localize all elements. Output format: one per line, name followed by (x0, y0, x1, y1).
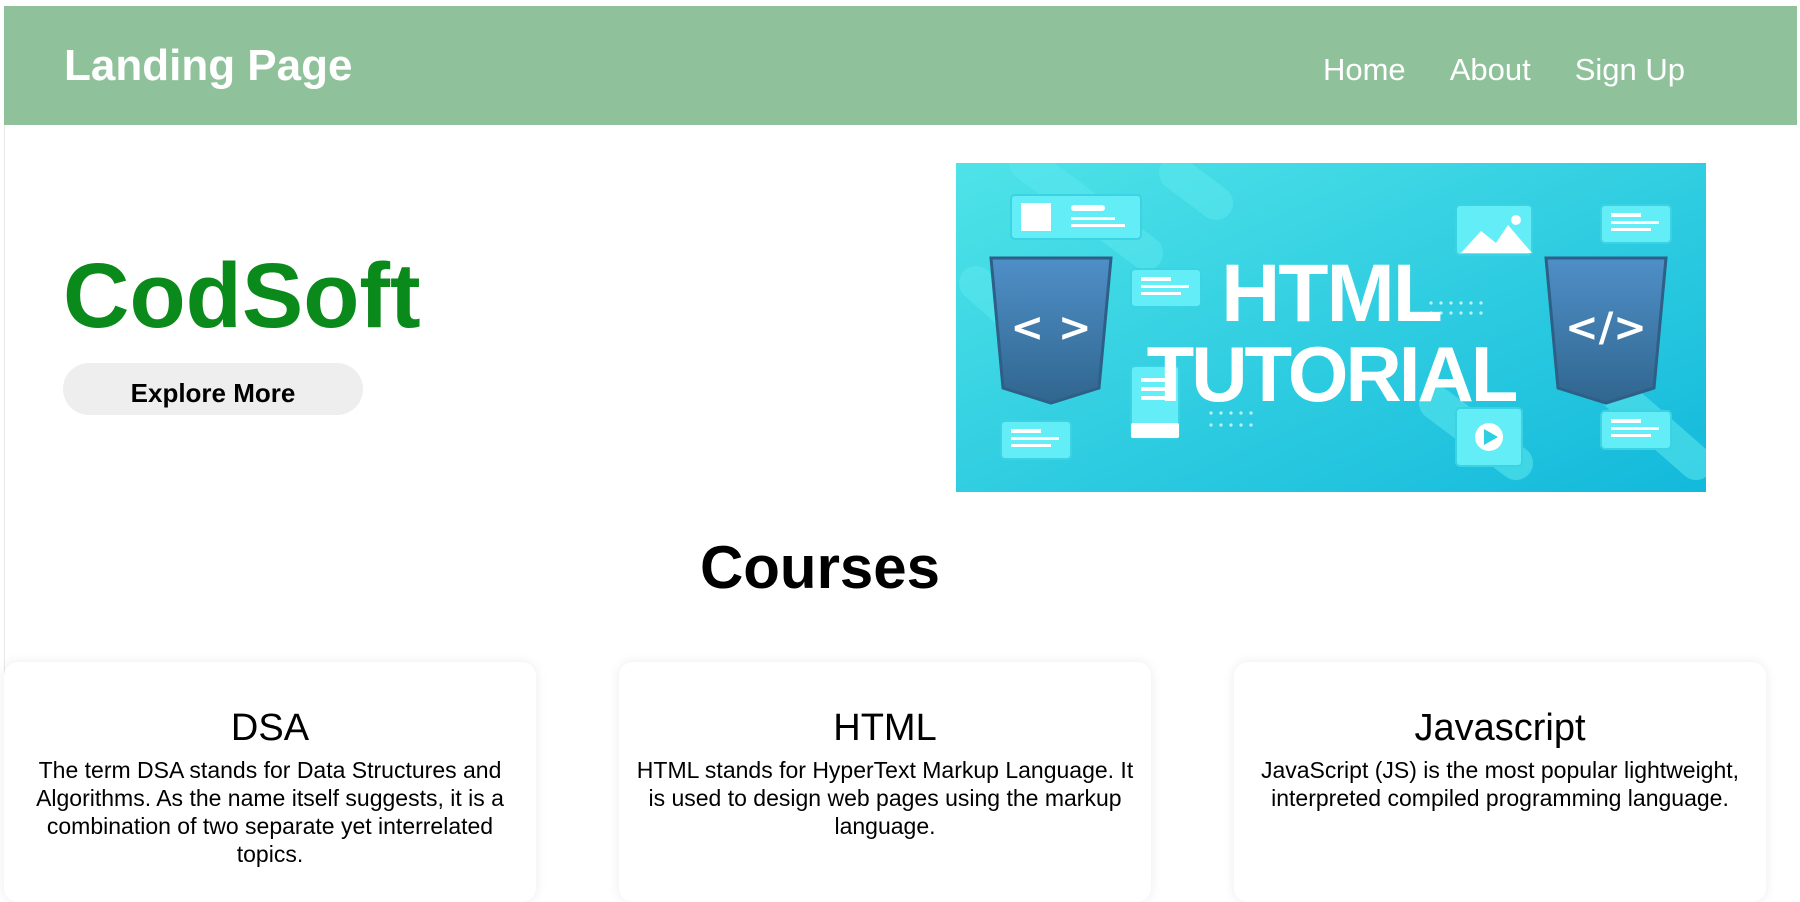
site-brand[interactable]: Landing Page (64, 38, 352, 94)
course-description: JavaScript (JS) is the most popular ligh… (1260, 757, 1740, 811)
explore-more-button[interactable]: Explore More (63, 363, 363, 415)
html-shield-icon-left: < > (989, 256, 1113, 405)
banner-line1: HTML (1221, 248, 1441, 339)
banner-tag-open: < > (1011, 305, 1092, 351)
html-tutorial-banner-image: < > </> HTML TUTORIAL (956, 163, 1706, 492)
banner-tag-close: </> (1565, 305, 1647, 351)
nav-link-signup[interactable]: Sign Up (1575, 48, 1685, 92)
course-card-html[interactable]: HTML HTML stands for HyperText Markup La… (619, 662, 1151, 902)
nav-link-about[interactable]: About (1450, 48, 1531, 92)
course-description: HTML stands for HyperText Markup Languag… (636, 757, 1134, 839)
courses-heading: Courses (699, 534, 941, 601)
course-description: The term DSA stands for Data Structures … (36, 757, 504, 867)
course-title: DSA (230, 707, 310, 749)
navbar: Landing Page Home About Sign Up (4, 6, 1797, 125)
course-card-dsa[interactable]: DSA The term DSA stands for Data Structu… (4, 662, 536, 902)
nav-links: Home About Sign Up (1323, 48, 1685, 92)
course-card-javascript[interactable]: Javascript JavaScript (JS) is the most p… (1234, 662, 1766, 902)
hero-title: CodSoft (63, 245, 421, 347)
course-title: Javascript (1414, 707, 1586, 749)
html-shield-icon-right: </> (1544, 256, 1668, 405)
course-title: HTML (833, 707, 937, 749)
nav-link-home[interactable]: Home (1323, 48, 1406, 92)
banner-line2: TUTORIAL (1147, 330, 1517, 418)
